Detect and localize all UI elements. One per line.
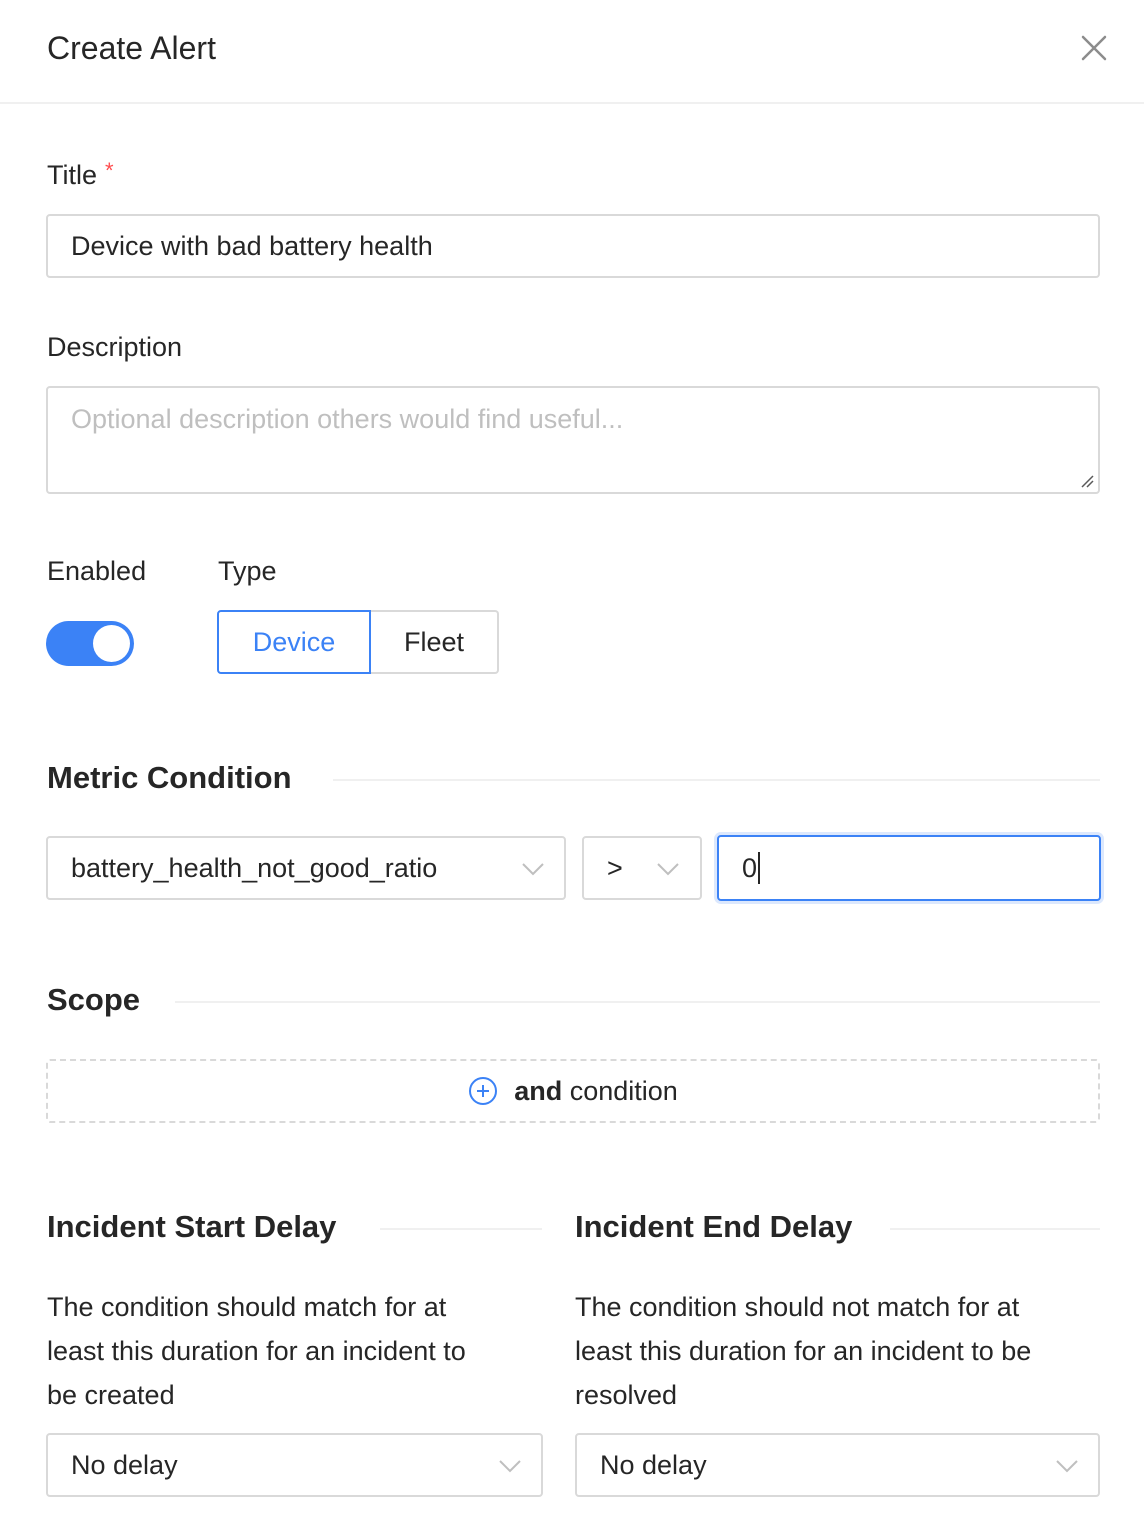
threshold-value: 0 <box>742 852 758 883</box>
end-delay-title: Incident End Delay <box>575 1209 885 1245</box>
title-input[interactable]: Device with bad battery health <box>46 214 1100 278</box>
end-delay-help-line: least this duration for an incident to b… <box>575 1336 1032 1366</box>
end-delay-help-line: The condition should not match for at <box>575 1292 1020 1322</box>
metric-select-value: battery_health_not_good_ratio <box>71 852 438 883</box>
resize-grip-icon[interactable] <box>1080 474 1094 488</box>
start-delay-help-line: The condition should match for at <box>47 1292 447 1322</box>
chevron-down-icon <box>522 863 544 876</box>
start-delay-title: Incident Start Delay <box>47 1209 369 1245</box>
add-condition-bold: and <box>514 1075 563 1106</box>
start-delay-select[interactable]: No delay <box>46 1433 543 1497</box>
title-label: Title * <box>47 158 114 191</box>
metric-condition-title: Metric Condition <box>47 760 324 796</box>
description-placeholder: Optional description others would find u… <box>71 404 624 434</box>
plus-circle-icon <box>469 1077 498 1105</box>
metric-divider <box>333 779 1100 781</box>
enabled-toggle[interactable] <box>46 621 134 666</box>
toggle-knob <box>93 625 130 662</box>
type-option-device[interactable]: Device <box>217 610 371 674</box>
close-button[interactable] <box>1078 32 1110 64</box>
start-delay-help-line: least this duration for an incident to <box>47 1336 466 1366</box>
text-caret <box>758 852 761 884</box>
scope-divider <box>175 1001 1100 1003</box>
start-delay-divider <box>380 1228 542 1230</box>
operator-select-value: > <box>607 852 623 883</box>
chevron-down-icon <box>1056 1460 1078 1473</box>
operator-select[interactable]: > <box>582 836 702 900</box>
modal-title: Create Alert <box>47 30 216 66</box>
start-delay-help-line: be created <box>47 1380 175 1410</box>
start-delay-value: No delay <box>71 1449 178 1480</box>
chevron-down-icon <box>657 863 679 876</box>
close-icon[interactable] <box>1078 32 1110 64</box>
end-delay-help: The condition should not match for at le… <box>575 1285 1031 1417</box>
metric-select[interactable]: battery_health_not_good_ratio <box>46 836 566 900</box>
title-label-text: Title <box>47 160 98 190</box>
type-label: Type <box>218 556 277 586</box>
title-input-value: Device with bad battery health <box>71 230 433 261</box>
end-delay-divider <box>890 1228 1100 1230</box>
scope-title: Scope <box>47 982 173 1018</box>
chevron-down-icon <box>499 1460 521 1473</box>
add-condition-button[interactable]: and condition <box>46 1059 1100 1123</box>
end-delay-help-line: resolved <box>575 1380 678 1410</box>
start-delay-help: The condition should match for at least … <box>47 1285 466 1417</box>
add-condition-label: condition <box>562 1075 678 1106</box>
required-mark: * <box>105 158 114 183</box>
description-textarea[interactable]: Optional description others would find u… <box>46 386 1100 494</box>
enabled-label: Enabled <box>47 556 147 586</box>
type-option-fleet[interactable]: Fleet <box>371 610 499 674</box>
threshold-input[interactable]: 0 <box>717 835 1101 901</box>
end-delay-value: No delay <box>600 1449 707 1480</box>
end-delay-select[interactable]: No delay <box>575 1433 1100 1497</box>
description-label: Description <box>47 332 183 362</box>
modal-header: Create Alert <box>0 0 1144 104</box>
